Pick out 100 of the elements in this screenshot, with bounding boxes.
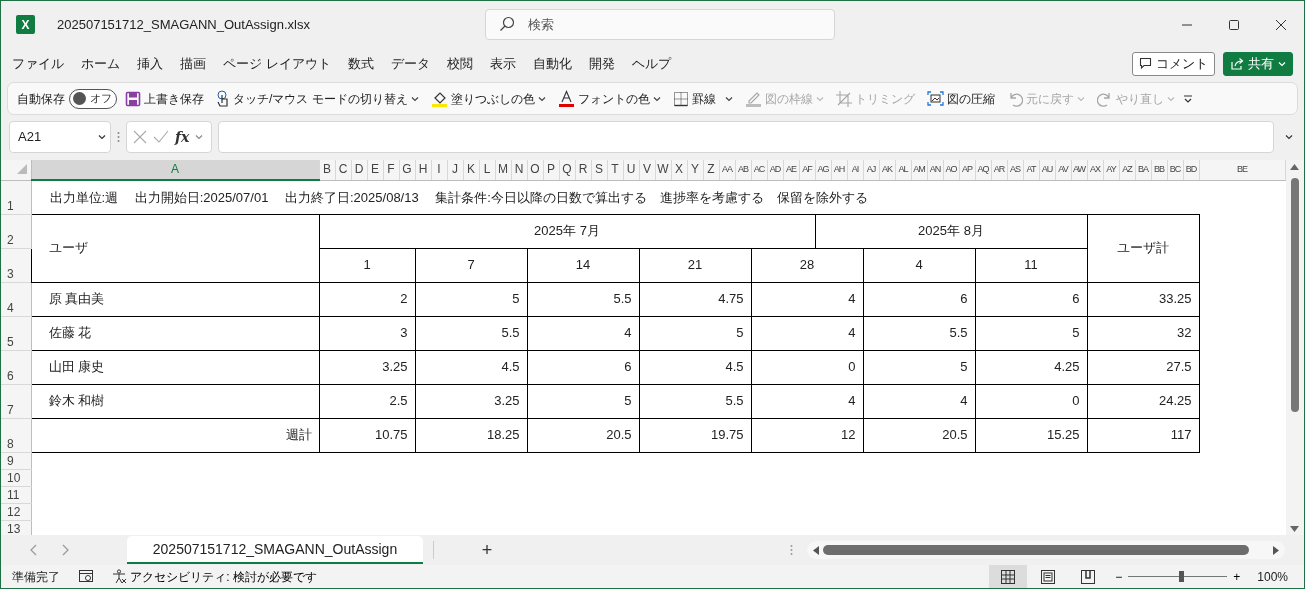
redo-icon: [1096, 90, 1113, 107]
table-cell: 18.25: [415, 418, 527, 452]
table-cell: 6: [863, 282, 975, 316]
search-icon: [498, 16, 515, 32]
font-color-button[interactable]: フォントの色: [553, 85, 665, 112]
row-header[interactable]: 3: [1, 248, 31, 282]
accessibility-icon[interactable]: [112, 569, 127, 584]
previous-icon[interactable]: [29, 544, 37, 556]
column-header[interactable]: BE: [1199, 160, 1285, 180]
caret-icon: [1076, 95, 1085, 102]
row-header[interactable]: 6: [1, 350, 31, 384]
total-cell: 24.25: [1087, 384, 1199, 418]
week-header-cell: 7: [415, 248, 527, 282]
menu-tab[interactable]: 表示: [489, 53, 524, 74]
formula-field[interactable]: [218, 121, 1274, 153]
table-cell: 20.5: [527, 418, 639, 452]
menu-tab[interactable]: データ: [390, 53, 438, 74]
row-header[interactable]: 4: [1, 282, 31, 316]
fill-color-button[interactable]: 塗りつぶしの色: [426, 85, 550, 112]
scroll-left-icon[interactable]: [813, 545, 819, 555]
menu-tab[interactable]: 開発: [588, 53, 623, 74]
fill-bucket-icon: [430, 90, 448, 107]
caret-icon: [98, 134, 106, 140]
comment-icon: [1139, 57, 1152, 70]
row-header[interactable]: 7: [1, 384, 31, 418]
table-cell: 週計: [31, 418, 319, 452]
user-name-cell: 原 真由美: [31, 282, 319, 316]
search-field[interactable]: 検索: [484, 9, 835, 40]
menu-tab[interactable]: ヘルプ: [631, 53, 679, 74]
row-header[interactable]: 2: [1, 214, 31, 248]
table-cell: 19.75: [639, 418, 751, 452]
table-cell: 3.25: [319, 350, 415, 384]
menu-tab[interactable]: 挿入: [137, 53, 171, 74]
corner-triangle-icon: [17, 164, 27, 174]
app-logo: X: [16, 15, 35, 34]
menu-tab[interactable]: 校閲: [446, 53, 481, 74]
zoom-in-button[interactable]: +: [1233, 567, 1241, 586]
caret-icon: [537, 95, 546, 102]
row-header[interactable]: 5: [1, 316, 31, 350]
menu-tab[interactable]: ページ レイアウト: [223, 53, 339, 74]
share-button[interactable]: 共有: [1223, 51, 1293, 76]
window-title: 202507151712_SMAGANN_OutAssign.xlsx: [57, 15, 310, 34]
table-cell: 5.5: [527, 282, 639, 316]
table-header-cell: ユーザ: [31, 214, 319, 282]
scroll-thumb[interactable]: [1290, 178, 1299, 412]
more-options-icon[interactable]: [1182, 93, 1193, 104]
table-cell: 5: [415, 282, 527, 316]
table-cell: 4.75: [639, 282, 751, 316]
table-cell: 5.5: [639, 384, 751, 418]
accessibility-status-button[interactable]: アクセシビリティ: 検討が必要です: [130, 567, 317, 586]
add-sheet-button[interactable]: +: [472, 535, 502, 565]
column-header[interactable]: A: [31, 160, 319, 180]
month-header-cell: 2025年 7月: [319, 214, 815, 248]
autosave-toggle[interactable]: オフ: [69, 88, 117, 109]
zoom-out-button[interactable]: −: [1115, 567, 1123, 586]
table-cell: 4: [751, 282, 863, 316]
table-cell: 10.75: [319, 418, 415, 452]
table-cell: 4.5: [639, 350, 751, 384]
table-cell: 5.5: [415, 316, 527, 350]
save-button[interactable]: 上書き保存: [121, 85, 208, 112]
borders-button[interactable]: 罫線: [668, 85, 737, 112]
compress-picture-button[interactable]: 図の圧縮: [922, 85, 999, 112]
check-icon[interactable]: [153, 130, 169, 144]
scroll-right-icon[interactable]: [1273, 545, 1279, 555]
borders-icon: [672, 90, 689, 107]
menu-tab[interactable]: 数式: [347, 53, 382, 74]
name-box[interactable]: A21: [9, 121, 111, 153]
row-header[interactable]: 8: [1, 418, 31, 452]
table-cell: 4: [751, 316, 863, 350]
status-text: 準備完了: [12, 568, 60, 586]
total-cell: 32: [1087, 316, 1199, 350]
table-cell: 2: [319, 282, 415, 316]
user-name-cell: 鈴木 和樹: [31, 384, 319, 418]
insert-function-button[interactable]: fx: [175, 126, 190, 148]
touch-mode-button[interactable]: タッチ/マウス モードの切り替え: [212, 85, 423, 112]
scroll-thumb[interactable]: [823, 545, 1249, 555]
next-icon[interactable]: [61, 544, 69, 556]
compress-picture-icon: [926, 91, 944, 106]
scroll-down-icon[interactable]: [1290, 526, 1300, 532]
sheet-tab[interactable]: 202507151712_SMAGANN_OutAssign: [127, 536, 423, 564]
zoom-slider-thumb[interactable]: [1178, 571, 1184, 582]
row-header[interactable]: 1: [1, 180, 31, 214]
caret-icon: [815, 95, 824, 102]
menu-tab[interactable]: 自動化: [532, 53, 580, 74]
comment-button[interactable]: コメント: [1132, 51, 1215, 76]
menu-tab[interactable]: 描画: [180, 53, 214, 74]
splitter-handle-icon[interactable]: [790, 544, 793, 556]
week-header-cell: 4: [863, 248, 975, 282]
macro-record-icon[interactable]: [79, 570, 94, 583]
total-cell: 33.25: [1087, 282, 1199, 316]
scroll-up-icon[interactable]: [1290, 164, 1300, 170]
caret-icon: [724, 95, 733, 102]
view-button[interactable]: [988, 565, 1027, 588]
menu-tab[interactable]: ホーム: [81, 53, 128, 74]
horizontal-scrollbar[interactable]: [807, 541, 1285, 559]
pencil-icon: [744, 90, 762, 107]
table-cell: 15.25: [975, 418, 1087, 452]
week-header-cell: 14: [527, 248, 639, 282]
week-header-cell: 1: [319, 248, 415, 282]
menu-tab[interactable]: ファイル: [12, 53, 72, 74]
